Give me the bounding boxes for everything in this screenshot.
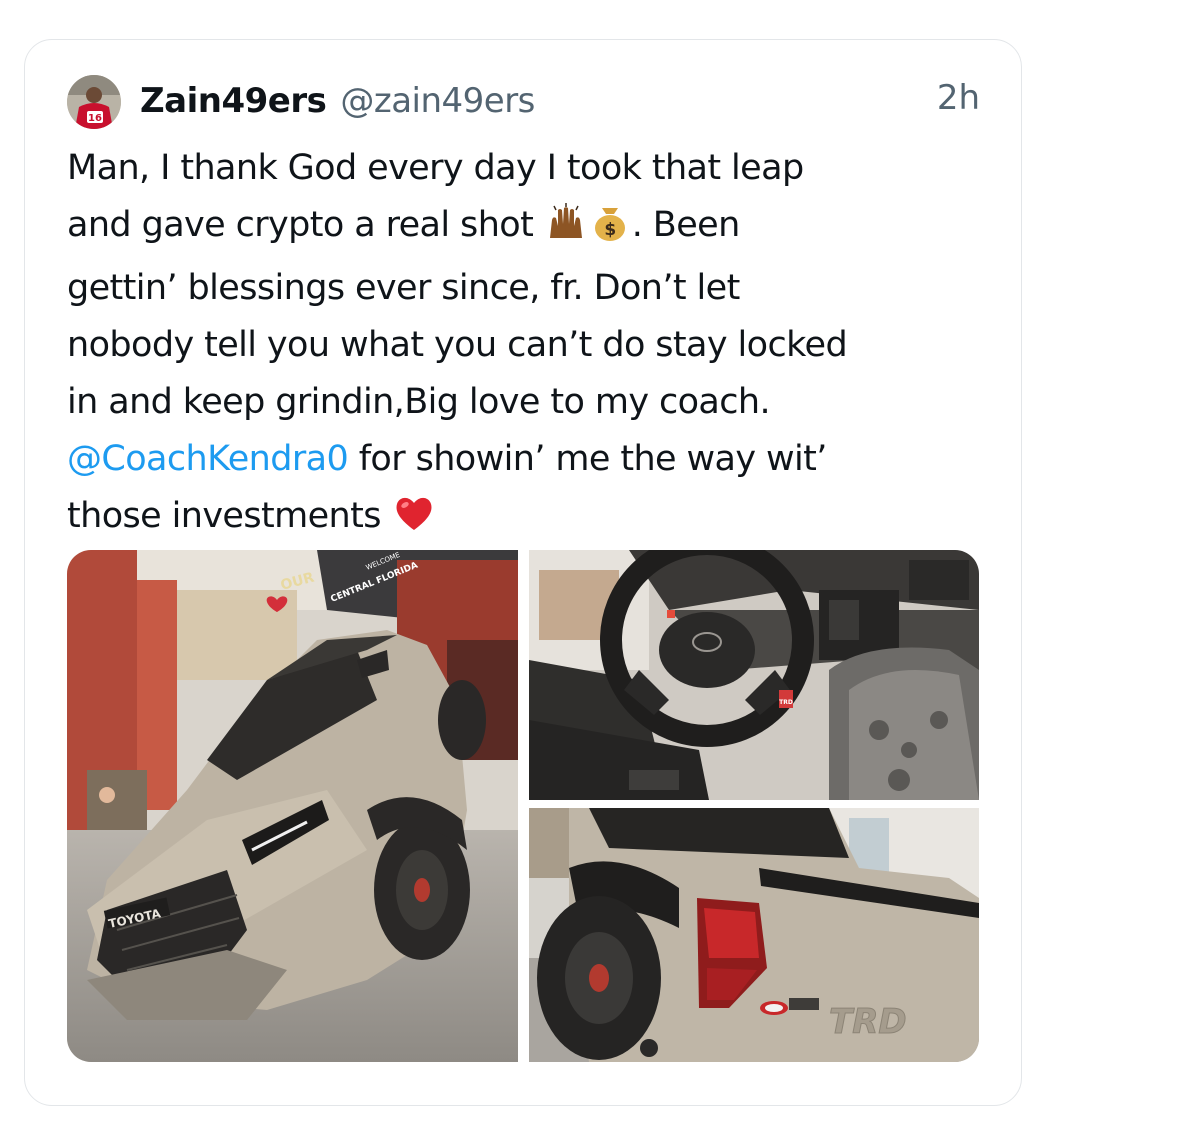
tweet-text-line: in and keep grindin,Big love to my coach… xyxy=(67,382,771,422)
tweet-text-segment: for showin’ me the way wit’ xyxy=(348,439,828,479)
display-name[interactable]: Zain49ers xyxy=(140,81,327,121)
tweet-text-line: those investments xyxy=(67,488,977,551)
profile-avatar-icon[interactable]: 16 xyxy=(67,75,121,129)
trd-tailgate-text: TRD xyxy=(829,1002,907,1042)
steering-wheel-photo[interactable]: TRD xyxy=(529,550,979,800)
tweet-text-segment: and gave crypto a real shot xyxy=(67,205,534,245)
tweet-timestamp[interactable]: 2h xyxy=(937,78,980,118)
red-heart-icon xyxy=(393,493,435,551)
mention-link[interactable]: @CoachKendra0 xyxy=(67,439,349,479)
truck-front-photo[interactable]: CENTRAL FLORIDA WELCOME OUR TOYOTA xyxy=(67,550,518,1062)
trd-wheel-badge: TRD xyxy=(779,699,793,706)
media-grid[interactable]: CENTRAL FLORIDA WELCOME OUR TOYOTA TRD T… xyxy=(67,550,979,1062)
tweet-text-line: nobody tell you what you can’t do stay l… xyxy=(67,325,848,365)
tweet-text-line: and gave crypto a real shot $ . Been xyxy=(67,197,977,260)
raising-hands-icon xyxy=(546,202,586,260)
tweet-text-line: Man, I thank God every day I took that l… xyxy=(67,148,804,188)
tweet-text: Man, I thank God every day I took that l… xyxy=(67,140,977,551)
tweet-header: Zain49ers @zain49ers xyxy=(140,76,535,126)
user-handle[interactable]: @zain49ers xyxy=(340,81,535,121)
tweet-text-line: gettin’ blessings ever since, fr. Don’t … xyxy=(67,268,740,308)
money-bag-icon: $ xyxy=(590,202,630,260)
tweet-text-line: @CoachKendra0 for showin’ me the way wit… xyxy=(67,431,977,488)
avatar-jersey-number: 16 xyxy=(88,113,102,124)
truck-rear-photo[interactable]: TRD xyxy=(529,808,979,1062)
tweet-text-segment: . Been xyxy=(631,205,741,245)
svg-text:$: $ xyxy=(604,220,615,240)
tweet-text-segment: those investments xyxy=(67,496,382,536)
